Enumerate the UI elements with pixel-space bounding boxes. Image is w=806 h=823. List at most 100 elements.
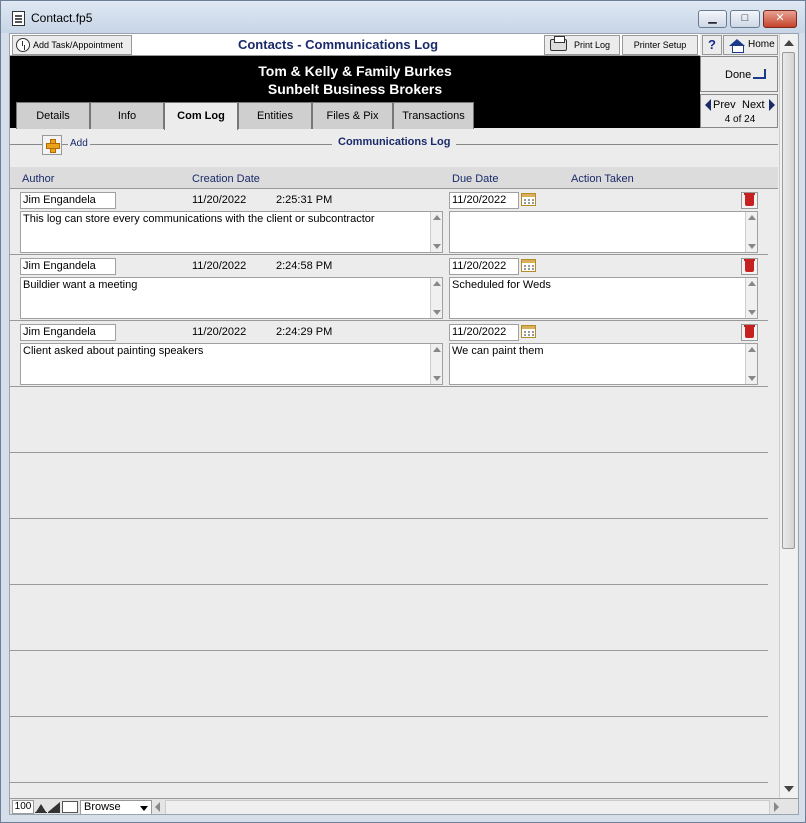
note-field[interactable]: Buildier want a meeting	[20, 277, 443, 319]
empty-row	[10, 717, 768, 783]
note-scrollbar[interactable]	[430, 344, 442, 384]
action-field[interactable]: Scheduled for Weds	[449, 277, 758, 319]
home-icon	[729, 39, 745, 53]
close-button[interactable]: ✕	[763, 10, 797, 28]
note-text: Client asked about painting speakers	[23, 345, 204, 357]
window-title: Contact.fp5	[31, 11, 93, 25]
contact-name: Tom & Kelly & Family Burkes	[258, 63, 452, 79]
header-due-date: Due Date	[452, 173, 499, 185]
log-row: Jim Engandela 11/20/2022 2:25:31 PM 11/2…	[10, 189, 768, 255]
calendar-icon[interactable]	[521, 259, 536, 272]
vertical-scrollbar[interactable]	[779, 34, 797, 798]
prev-button[interactable]: Prev	[703, 98, 739, 112]
section-title: Communications Log	[332, 136, 457, 148]
done-button[interactable]: Done	[700, 56, 778, 92]
delete-button[interactable]	[741, 192, 758, 209]
scroll-down-arrow-icon[interactable]	[784, 786, 794, 792]
title-bar: Contact.fp5 ▁ □ ✕	[1, 1, 805, 33]
creation-time: 2:24:58 PM	[276, 260, 333, 272]
tab-info[interactable]: Info	[90, 102, 164, 129]
scroll-right-arrow-icon[interactable]	[774, 802, 779, 812]
add-log-button[interactable]	[42, 135, 62, 155]
prev-label: Prev	[713, 99, 736, 111]
company-name: Sunbelt Business Brokers	[267, 81, 443, 97]
note-text: This log can store every communications …	[23, 213, 375, 225]
due-date-field[interactable]: 11/20/2022	[449, 258, 519, 275]
printer-icon	[550, 36, 567, 51]
home-label: Home	[748, 39, 775, 50]
print-log-button[interactable]: Print Log	[544, 35, 620, 55]
creation-date: 11/20/2022	[192, 194, 247, 206]
note-scrollbar[interactable]	[430, 212, 442, 252]
zoom-out-icon[interactable]	[35, 801, 47, 813]
status-bar: 100 Browse	[10, 798, 798, 814]
tab-com-log[interactable]: Com Log	[164, 102, 238, 130]
calendar-icon[interactable]	[521, 193, 536, 206]
header-creation-date: Creation Date	[192, 173, 260, 185]
layout-title: Contacts - Communications Log	[237, 37, 439, 52]
zoom-in-icon[interactable]	[48, 801, 60, 813]
filemaker-document-icon	[12, 11, 25, 26]
empty-row	[10, 651, 768, 717]
action-scrollbar[interactable]	[745, 278, 757, 318]
trash-icon	[744, 193, 755, 206]
note-field[interactable]: Client asked about painting speakers	[20, 343, 443, 385]
plus-icon	[46, 139, 60, 153]
add-task-label: Add Task/Appointment	[33, 40, 123, 50]
author-field[interactable]: Jim Engandela	[20, 192, 116, 209]
tab-details[interactable]: Details	[16, 102, 90, 129]
action-field[interactable]	[449, 211, 758, 253]
action-text: We can paint them	[452, 345, 544, 357]
scroll-up-arrow-icon[interactable]	[784, 40, 794, 46]
delete-button[interactable]	[741, 324, 758, 341]
add-label: Add	[68, 138, 90, 149]
due-date-field[interactable]: 11/20/2022	[449, 324, 519, 341]
author-field[interactable]: Jim Engandela	[20, 258, 116, 275]
scroll-thumb[interactable]	[782, 52, 795, 549]
tab-files-pix[interactable]: Files & Pix	[312, 102, 393, 129]
action-scrollbar[interactable]	[745, 344, 757, 384]
printer-setup-button[interactable]: Printer Setup	[622, 35, 698, 55]
empty-row	[10, 585, 768, 651]
minimize-button[interactable]: ▁	[698, 10, 727, 28]
header-action-taken: Action Taken	[571, 173, 634, 185]
mode-select[interactable]: Browse	[80, 800, 152, 814]
help-button[interactable]: ?	[702, 35, 722, 55]
header-author: Author	[22, 173, 55, 185]
due-date-field[interactable]: 11/20/2022	[449, 192, 519, 209]
scroll-left-arrow-icon[interactable]	[155, 802, 160, 812]
tab-entities[interactable]: Entities	[238, 102, 312, 129]
record-count: 4 of 24	[724, 114, 756, 125]
zoom-level[interactable]: 100	[12, 800, 34, 814]
app-window: Contact.fp5 ▁ □ ✕ Add Task/Appointment C…	[0, 0, 806, 823]
action-text: Scheduled for Weds	[452, 279, 551, 291]
note-field[interactable]: This log can store every communications …	[20, 211, 443, 253]
print-log-label: Print Log	[574, 40, 611, 50]
next-button[interactable]: Next	[739, 98, 777, 112]
action-scrollbar[interactable]	[745, 212, 757, 252]
creation-date: 11/20/2022	[192, 326, 247, 338]
log-row: Jim Engandela 11/20/2022 2:24:58 PM 11/2…	[10, 255, 768, 321]
layout-area: Add Task/Appointment Contacts - Communic…	[9, 33, 799, 815]
add-task-button[interactable]: Add Task/Appointment	[12, 35, 132, 55]
horizontal-scrollbar[interactable]	[165, 800, 770, 814]
return-arrow-icon	[753, 69, 766, 79]
dropdown-caret-icon	[140, 806, 148, 811]
creation-time: 2:24:29 PM	[276, 326, 333, 338]
prev-arrow-icon	[705, 99, 711, 111]
home-button[interactable]: Home	[723, 35, 778, 55]
action-field[interactable]: We can paint them	[449, 343, 758, 385]
status-area-toggle-icon[interactable]	[62, 801, 78, 813]
note-scrollbar[interactable]	[430, 278, 442, 318]
author-field[interactable]: Jim Engandela	[20, 324, 116, 341]
calendar-icon[interactable]	[521, 325, 536, 338]
delete-button[interactable]	[741, 258, 758, 275]
creation-date: 11/20/2022	[192, 260, 247, 272]
clock-task-icon	[16, 38, 30, 52]
maximize-button[interactable]: □	[730, 10, 760, 28]
done-label: Done	[725, 69, 752, 81]
tab-transactions[interactable]: Transactions	[393, 102, 474, 129]
layout-toolbar: Add Task/Appointment Contacts - Communic…	[10, 34, 700, 56]
column-headers: Author Creation Date Due Date Action Tak…	[10, 167, 778, 189]
empty-row	[10, 387, 768, 453]
